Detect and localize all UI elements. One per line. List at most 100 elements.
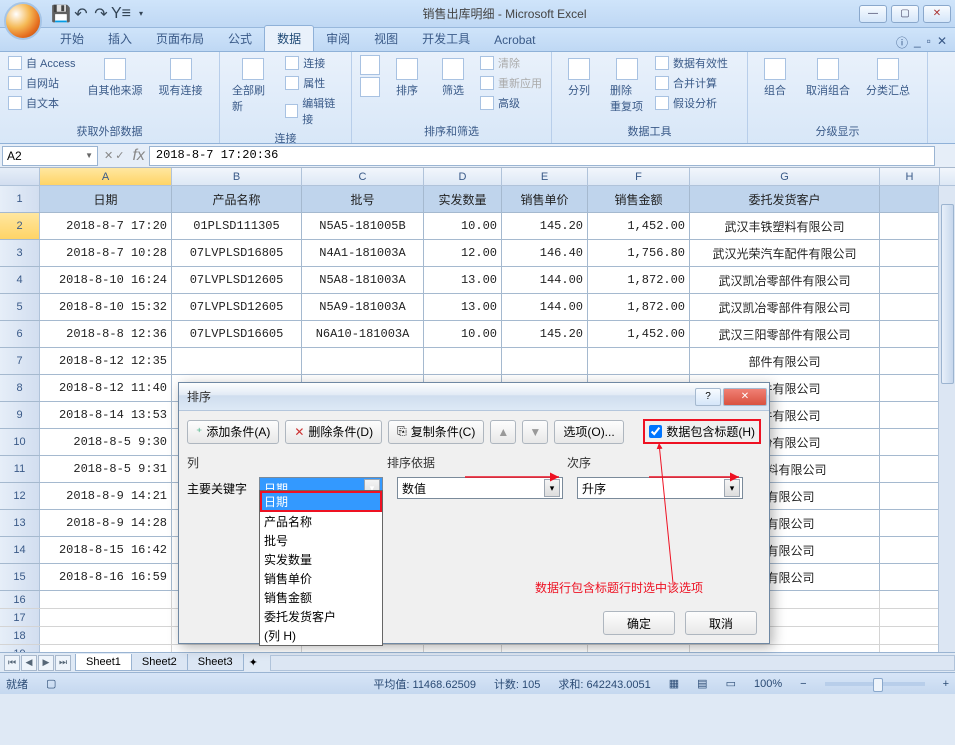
row-header[interactable]: 6 bbox=[0, 321, 40, 347]
existing-conn-button[interactable]: 现有连接 bbox=[153, 54, 209, 102]
doc-restore-icon[interactable]: ▫ bbox=[927, 34, 931, 51]
header-checkbox[interactable] bbox=[649, 425, 662, 438]
zoom-level[interactable]: 100% bbox=[754, 678, 782, 690]
tab-dev[interactable]: 开发工具 bbox=[410, 26, 482, 51]
connections-button[interactable]: 连接 bbox=[283, 54, 345, 72]
row-header[interactable]: 19 bbox=[0, 645, 40, 652]
sort-asc-icon[interactable] bbox=[358, 54, 382, 76]
dropdown-item[interactable]: 销售金额 bbox=[260, 588, 382, 607]
row-header[interactable]: 12 bbox=[0, 483, 40, 509]
row-header[interactable]: 4 bbox=[0, 267, 40, 293]
qat-customize-icon[interactable]: ▾ bbox=[132, 5, 150, 23]
sort-order-combo[interactable]: 升序▾ bbox=[577, 477, 743, 499]
copy-level-button[interactable]: ⎘复制条件(C) bbox=[388, 420, 484, 444]
close-button[interactable]: ✕ bbox=[923, 5, 951, 23]
view-break-icon[interactable]: ▭ bbox=[726, 677, 736, 690]
ungroup-button[interactable]: 取消组合 bbox=[800, 54, 856, 102]
undo-icon[interactable]: ↶ bbox=[72, 5, 90, 23]
row-header[interactable]: 15 bbox=[0, 564, 40, 590]
zoom-slider[interactable] bbox=[825, 682, 925, 686]
col-header-d[interactable]: D bbox=[424, 168, 502, 185]
save-icon[interactable]: 💾 bbox=[52, 5, 70, 23]
row-header[interactable]: 16 bbox=[0, 591, 40, 608]
name-box[interactable]: A2▼ bbox=[2, 146, 98, 166]
col-header-b[interactable]: B bbox=[172, 168, 302, 185]
validation-button[interactable]: 数据有效性 bbox=[653, 54, 730, 72]
col-header-h[interactable]: H bbox=[880, 168, 940, 185]
view-normal-icon[interactable]: ▦ bbox=[669, 677, 679, 690]
whatif-button[interactable]: 假设分析 bbox=[653, 94, 730, 112]
tab-home[interactable]: 开始 bbox=[48, 26, 96, 51]
row-header[interactable]: 3 bbox=[0, 240, 40, 266]
group-button[interactable]: 组合 bbox=[754, 54, 796, 102]
zoom-in-icon[interactable]: + bbox=[943, 678, 949, 690]
refresh-all-button[interactable]: 全部刷新 bbox=[226, 54, 279, 118]
row-header[interactable]: 5 bbox=[0, 294, 40, 320]
doc-min-icon[interactable]: _ bbox=[914, 34, 921, 51]
col-header-c[interactable]: C bbox=[302, 168, 424, 185]
row-header[interactable]: 7 bbox=[0, 348, 40, 374]
fx-icon[interactable]: fx bbox=[128, 147, 148, 165]
other-sources-button[interactable]: 自其他来源 bbox=[82, 54, 149, 102]
enter-formula-icon[interactable]: ✓ bbox=[115, 149, 124, 162]
dropdown-item[interactable]: 销售单价 bbox=[260, 569, 382, 588]
from-web-button[interactable]: 自网站 bbox=[6, 74, 78, 92]
tab-acrobat[interactable]: Acrobat bbox=[482, 29, 547, 51]
cancel-button[interactable]: 取消 bbox=[685, 611, 757, 635]
tab-layout[interactable]: 页面布局 bbox=[144, 26, 216, 51]
remove-dup-button[interactable]: 删除 重复项 bbox=[604, 54, 649, 118]
row-header[interactable]: 18 bbox=[0, 627, 40, 644]
tab-data[interactable]: 数据 bbox=[264, 25, 314, 51]
row-header[interactable]: 17 bbox=[0, 609, 40, 626]
sum-icon[interactable]: Y≡ bbox=[112, 5, 130, 23]
vertical-scrollbar[interactable] bbox=[938, 186, 955, 652]
tab-insert[interactable]: 插入 bbox=[96, 26, 144, 51]
clear-button[interactable]: 清除 bbox=[478, 54, 544, 72]
dialog-titlebar[interactable]: 排序 ? ✕ bbox=[179, 383, 769, 411]
last-sheet-icon[interactable]: ⏭ bbox=[55, 655, 71, 671]
new-sheet-icon[interactable]: ✦ bbox=[243, 656, 264, 669]
horizontal-scrollbar[interactable] bbox=[270, 655, 955, 671]
row-header[interactable]: 8 bbox=[0, 375, 40, 401]
next-sheet-icon[interactable]: ▶ bbox=[38, 655, 54, 671]
text-to-cols-button[interactable]: 分列 bbox=[558, 54, 600, 102]
consolidate-button[interactable]: 合并计算 bbox=[653, 74, 730, 92]
from-text-button[interactable]: 自文本 bbox=[6, 94, 78, 112]
sort-by-combo[interactable]: 数值▾ bbox=[397, 477, 563, 499]
dropdown-item[interactable]: 日期 bbox=[260, 491, 382, 512]
add-level-button[interactable]: ⁺添加条件(A) bbox=[187, 420, 279, 444]
row-header[interactable]: 13 bbox=[0, 510, 40, 536]
dialog-close-button[interactable]: ✕ bbox=[723, 388, 767, 406]
reapply-button[interactable]: 重新应用 bbox=[478, 74, 544, 92]
sort-desc-icon[interactable] bbox=[358, 76, 382, 98]
dropdown-item[interactable]: (列 H) bbox=[260, 626, 382, 645]
minimize-button[interactable]: ― bbox=[859, 5, 887, 23]
dropdown-item[interactable]: 委托发货客户 bbox=[260, 607, 382, 626]
sort-button[interactable]: 排序 bbox=[386, 54, 428, 102]
dialog-help-button[interactable]: ? bbox=[695, 388, 721, 406]
redo-icon[interactable]: ↷ bbox=[92, 5, 110, 23]
filter-button[interactable]: 筛选 bbox=[432, 54, 474, 102]
move-down-button[interactable]: ▼ bbox=[522, 420, 548, 444]
tab-view[interactable]: 视图 bbox=[362, 26, 410, 51]
options-button[interactable]: 选项(O)... bbox=[554, 420, 623, 444]
col-header-e[interactable]: E bbox=[502, 168, 588, 185]
status-rec-icon[interactable]: ▢ bbox=[46, 677, 56, 690]
sheet-tab[interactable]: Sheet1 bbox=[75, 654, 132, 671]
dropdown-item[interactable]: 批号 bbox=[260, 531, 382, 550]
view-layout-icon[interactable]: ▤ bbox=[697, 677, 707, 690]
select-all-button[interactable] bbox=[0, 168, 40, 185]
formula-input[interactable]: 2018-8-7 17:20:36 bbox=[149, 146, 935, 166]
doc-close-icon[interactable]: ✕ bbox=[937, 34, 947, 51]
cancel-formula-icon[interactable]: ✕ bbox=[104, 149, 113, 162]
col-header-a[interactable]: A bbox=[40, 168, 172, 185]
ok-button[interactable]: 确定 bbox=[603, 611, 675, 635]
tab-review[interactable]: 审阅 bbox=[314, 26, 362, 51]
delete-level-button[interactable]: ✕删除条件(D) bbox=[285, 420, 382, 444]
sheet-tab[interactable]: Sheet2 bbox=[131, 654, 188, 671]
col-header-g[interactable]: G bbox=[690, 168, 880, 185]
column-dropdown[interactable]: 日期 产品名称 批号 实发数量 销售单价 销售金额 委托发货客户 (列 H) bbox=[259, 490, 383, 646]
tab-formulas[interactable]: 公式 bbox=[216, 26, 264, 51]
help-icon[interactable]: ⓘ bbox=[896, 34, 908, 51]
row-header[interactable]: 2 bbox=[0, 213, 40, 239]
